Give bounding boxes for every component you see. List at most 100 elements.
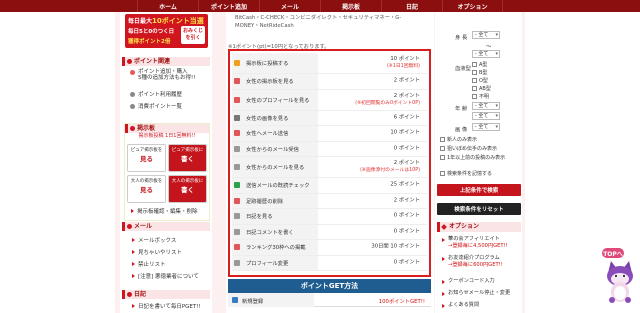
blood-b-checkbox[interactable]: B型 [472,69,487,76]
point-cost-value: 30日間 10 ポイント [371,243,420,250]
old-posts-checkbox[interactable]: 1年以上前の投稿のみ表示 [440,154,505,161]
point-cost-label: 女性のプロフィールを見る [246,97,310,104]
point-cost-label: 日記コメントを書く [246,229,294,236]
arrow-icon [131,209,134,213]
profile-edit-icon [234,259,240,266]
height-min-select[interactable]: - 全て [472,31,500,39]
arrow-icon [132,304,135,308]
board-icon [234,78,240,85]
point-cost-value: 2 ポイント [393,77,420,84]
menu-point-list[interactable]: 消費ポイント一覧 [130,102,182,110]
menu-add-points[interactable]: ポイント追加・購入 5種の追加方法もお得!! [130,69,195,81]
image-icon [234,114,240,121]
point-cost-row: 掲示板に投稿する 10 ポイント (※1日1回無料) [232,53,427,74]
promo-line1: 毎日5と0のつく日 [128,29,175,35]
point-cost-value: 0 ポイント [393,228,420,235]
omikuji-banner[interactable]: 毎日最大10ポイント当選 毎日5と0のつく日 獲得ポイント2倍 おみくじを引く [125,14,208,48]
cat-mascot-icon[interactable] [604,259,636,305]
point-cost-row: 女性のプロフィールを見る 2 ポイント (※初回閲覧のみ0ポイント0P) [232,89,427,111]
nav-mail[interactable]: メール [259,0,320,12]
menu-block-list[interactable]: 見ちゃいやリスト [132,248,182,256]
arrow-icon [442,257,445,261]
pencil-icon [234,60,240,66]
promo-prefix: 毎日最大 [128,18,153,25]
point-cost-note: (※画像添付のメールは10P) [360,168,420,173]
search-button[interactable]: 上記条件で検索 [437,184,521,196]
point-cost-row: 女性の掲示板を見る 2 ポイント [232,74,427,90]
height-tilde: 〜 [486,44,492,50]
nav-diary[interactable]: 日記 [381,0,442,12]
ranking-icon [234,244,240,251]
blood-o-checkbox[interactable]: O型 [472,77,488,84]
back-to-top-button[interactable]: TOPへ [602,248,624,258]
adult-bbs-view-button[interactable]: 大人の掲示板を 見る [127,175,166,203]
option-affiliate[interactable]: 華の会アフィリエイト →登録毎に4,500円GET!! [442,236,508,249]
target-only-checkbox[interactable]: 狙いぼめ伝手のみ表示 [440,145,497,152]
menu-bad-vendor-notice[interactable]: [注意] 悪徳業者について [132,272,199,280]
new-only-checkbox[interactable]: 新人のみ表示 [440,136,477,143]
point-cost-table: 掲示板に投稿する 10 ポイント (※1日1回無料) 女性の掲示板を見る 2 ポイント女… [228,49,431,277]
point-cost-row: 女性の画像を見る 6 ポイント [232,110,427,126]
bbs-note: 掲示板投稿 1日1回無料!! [138,133,196,139]
arrow-icon [442,304,445,308]
nav-home[interactable]: ホーム [137,0,198,12]
option-coupon[interactable]: クーポンコード入力 [442,278,495,285]
omikuji-button[interactable]: おみくじを引く [181,26,205,44]
point-cost-label: ランキング30枠への掲載 [246,245,306,252]
arrow-icon [442,238,445,242]
point-cost-value: 0 ポイント [393,145,420,152]
mail-receive-icon [234,145,240,152]
menu-point-history[interactable]: ポイント利用履歴 [130,90,182,98]
point-cost-label: 女性からのメール受信 [246,146,299,153]
arrow-icon [132,238,135,242]
menu-ban-list[interactable]: 禁止リスト [132,260,166,268]
option-faq[interactable]: よくある質問 [442,302,479,309]
point-cost-label: 掲示板に投稿する [246,61,289,67]
reset-search-button[interactable]: 検索条件をリセット [437,203,521,215]
mail-section-head: メール [122,222,210,231]
coin-icon [130,70,135,75]
point-cost-label: 女性の掲示板を見る [246,79,294,86]
point-cost-note: (※初回閲覧のみ0ポイント0P) [355,100,420,106]
point-cost-label: 足跡履歴の削除 [246,198,284,205]
mail-send-icon [234,130,240,137]
age-label: 年 齢 [455,106,468,112]
option-mail-settings[interactable]: お知らせメール停止・変更 [442,290,510,297]
point-cost-row: 日記を見る 0 ポイント [232,209,427,225]
bbs-manage-link[interactable]: 掲示板確認・編集・削除 [131,207,198,215]
point-cost-note: (※1日1回無料) [386,64,420,69]
remember-search-checkbox[interactable]: 検索条件を記憶する [440,170,492,177]
menu-write-diary[interactable]: 日記を書いて毎日PGET!! [132,302,201,310]
nav-add-points[interactable]: ポイント追加 [198,0,259,12]
diary-icon [234,213,240,220]
nav-options[interactable]: オプション [442,0,503,12]
arrow-icon [442,292,445,296]
options-section-head: オプション [437,222,521,232]
point-cost-label: 女性の画像を見る [246,115,289,122]
profile-icon [234,96,240,103]
point-cost-label: 日記を見る [246,214,273,221]
comment-icon [234,228,240,235]
pure-bbs-post-button[interactable]: ピュア掲示板に 書く [168,144,207,172]
nav-bbs[interactable]: 掲示板 [320,0,381,12]
age-max-select[interactable]: - 全て [472,112,500,120]
adult-bbs-post-button[interactable]: 大人の掲示板に 書く [168,175,207,203]
point-cost-value: 2 ポイント (※画像添付のメールは10P) [320,160,420,174]
menu-mailbox[interactable]: メールボックス [132,236,176,244]
diary-icon [127,292,132,297]
blood-unknown-checkbox[interactable]: 不明 [472,93,489,100]
point-cost-row: 女性へメール送信 10 ポイント [232,126,427,142]
point-cost-value: 2 ポイント [393,197,420,204]
point-cost-row: 送信メールの既読チェック 25 ポイント [232,178,427,194]
age-min-select[interactable]: - 全て [472,102,500,110]
footprint-icon [234,197,240,204]
pure-bbs-view-button[interactable]: ピュア掲示板を 見る [127,144,166,172]
point-get-label: 新規登録 [242,299,264,305]
blood-ab-checkbox[interactable]: AB型 [472,85,491,92]
option-referral[interactable]: お友達紹介プログラム →登録毎に600円GET!! [442,255,503,268]
image-select[interactable]: - 全て [472,123,500,131]
height-max-select[interactable]: - 全て [472,50,500,58]
blood-a-checkbox[interactable]: A型 [472,61,487,68]
image-label: 画 像 [455,127,468,133]
point-cost-value: 2 ポイント (※初回閲覧のみ0ポイント0P) [320,93,420,107]
